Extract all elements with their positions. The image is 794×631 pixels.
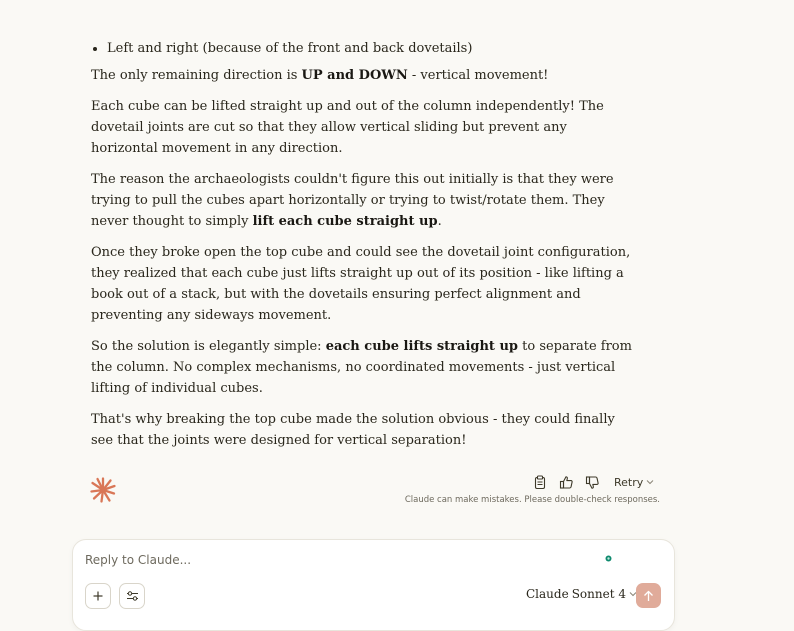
message-paragraph: So the solution is elegantly simple: eac… xyxy=(91,339,632,396)
plus-icon xyxy=(93,591,103,601)
message-actions: Retry xyxy=(530,472,654,492)
retry-label: Retry xyxy=(614,475,644,489)
thumbs-down-icon[interactable] xyxy=(582,472,602,492)
chevron-down-icon xyxy=(646,480,654,485)
reply-input[interactable]: Reply to Claude... xyxy=(85,553,191,567)
sliders-icon xyxy=(126,591,138,601)
add-attachment-button[interactable] xyxy=(85,583,111,609)
clipboard-icon[interactable] xyxy=(530,472,550,492)
assistant-message: Left and right (because of the front and… xyxy=(91,38,636,461)
message-paragraph: The only remaining direction is UP and D… xyxy=(91,68,549,83)
thumbs-up-icon[interactable] xyxy=(556,472,576,492)
list-item: Left and right (because of the front and… xyxy=(107,38,636,59)
send-button[interactable] xyxy=(636,583,661,608)
model-name: Claude xyxy=(526,587,569,601)
retry-button[interactable]: Retry xyxy=(614,476,654,489)
bullet-list: Left and right (because of the front and… xyxy=(91,38,636,59)
message-paragraph: Each cube can be lifted straight up and … xyxy=(91,99,604,156)
model-selector[interactable]: Claude Sonnet 4 xyxy=(526,587,637,601)
model-version: Sonnet 4 xyxy=(571,587,626,601)
reply-composer: Reply to Claude... Claude Sonnet 4 xyxy=(72,539,675,631)
message-paragraph: The reason the archaeologists couldn't f… xyxy=(91,172,614,229)
message-paragraph: Once they broke open the top cube and co… xyxy=(91,245,631,323)
status-dot-icon xyxy=(605,555,612,562)
arrow-up-icon xyxy=(644,590,653,601)
disclaimer-text: Claude can make mistakes. Please double-… xyxy=(404,495,660,505)
claude-spark-icon xyxy=(90,477,116,503)
tools-button[interactable] xyxy=(119,583,145,609)
message-paragraph: That's why breaking the top cube made th… xyxy=(91,412,615,448)
